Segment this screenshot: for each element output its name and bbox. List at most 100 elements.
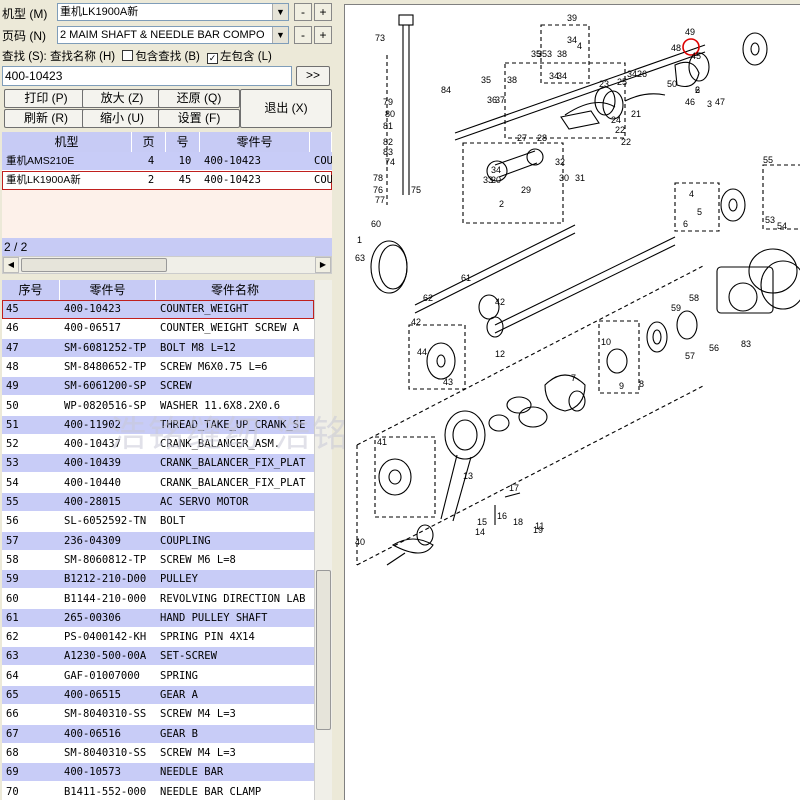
callout-label[interactable]: 25 [617, 77, 627, 87]
model-plus-button[interactable]: + [314, 3, 332, 21]
table-row[interactable]: 46 400-06517 COUNTER_WEIGHT SCREW A [2, 319, 314, 339]
table-row[interactable]: 48 SM-8480652-TP SCREW M6X0.75 L=6 [2, 357, 314, 377]
callout-label[interactable]: 41 [377, 437, 387, 447]
callout-label[interactable]: 40 [355, 537, 365, 547]
table-row[interactable]: 54 400-10440 CRANK_BALANCER_FIX_PLAT [2, 473, 314, 493]
callout-label[interactable]: 21 [631, 109, 641, 119]
callout-label[interactable]: 82 [383, 137, 393, 147]
callout-label[interactable]: 39 [567, 13, 577, 23]
callout-label[interactable]: 73 [375, 33, 385, 43]
page-plus-button[interactable]: + [314, 26, 332, 44]
table-row[interactable]: 69 400-10573 NEEDLE BAR [2, 763, 314, 783]
model-select[interactable]: 重机LK1900A新 ▼ [57, 3, 289, 21]
scroll-left-icon[interactable]: ◀ [3, 257, 19, 273]
table-row[interactable]: 64 GAF-01007000 SPRING [2, 666, 314, 686]
include-search-checkbox[interactable] [122, 50, 134, 61]
callout-label[interactable]: 60 [371, 219, 381, 229]
callout-label[interactable]: 4 [689, 189, 694, 199]
callout-label[interactable]: 14 [475, 527, 485, 537]
refresh-button[interactable]: 刷新 (R) [4, 109, 88, 128]
table-row[interactable]: 47 SM-6081252-TP BOLT M8 L=12 [2, 338, 314, 358]
table-row[interactable]: 56 SL-6052592-TN BOLT [2, 512, 314, 532]
callout-label[interactable]: 31 [575, 173, 585, 183]
callout-label[interactable]: 74 [385, 157, 395, 167]
settings-button[interactable]: 设置 (F) [158, 109, 240, 128]
callout-label[interactable]: 28 [537, 133, 547, 143]
left-include-checkbox[interactable]: ✓ [207, 53, 219, 64]
table-row[interactable]: 63 A1230-500-00A SET-SCREW [2, 647, 314, 667]
callout-label[interactable]: 23 [599, 79, 609, 89]
callout-label[interactable]: 50 [667, 79, 677, 89]
table-row[interactable]: 58 SM-8060812-TP SCREW M6 L=8 [2, 550, 314, 570]
print-button[interactable]: 打印 (P) [4, 89, 88, 108]
callout-label[interactable]: 57 [685, 351, 695, 361]
callout-label[interactable]: 34 [491, 165, 501, 175]
callout-label[interactable]: 54 [777, 221, 787, 231]
search-go-button[interactable]: >> [296, 66, 330, 86]
callout-label[interactable]: 22 [615, 125, 625, 135]
scroll-right-icon[interactable]: ▶ [315, 257, 331, 273]
restore-button[interactable]: 还原 (Q) [158, 89, 240, 108]
callout-label[interactable]: 45 [691, 51, 701, 61]
callout-label[interactable]: 7 [571, 373, 576, 383]
callout-label[interactable]: 44 [417, 347, 427, 357]
exploded-parts-diagram[interactable]: 738435 3836373539344335 383434 263425232422… [345, 5, 800, 800]
callout-label[interactable]: 77 [375, 195, 385, 205]
parts-vertical-scrollbar[interactable] [314, 280, 332, 800]
callout-label[interactable]: 12 [495, 349, 505, 359]
callout-label[interactable]: 6 [695, 85, 700, 95]
table-row[interactable]: 57 236-04309 COUPLING [2, 531, 314, 551]
callout-label[interactable]: 47 [715, 97, 725, 107]
callout-label[interactable]: 35 [537, 49, 547, 59]
results-row[interactable]: 重机AMS210E 4 10 400-10423 COU [2, 152, 332, 171]
callout-label[interactable]: 63 [355, 253, 365, 263]
callout-label[interactable]: 3 [547, 49, 552, 59]
callout-label[interactable]: 2 [499, 199, 504, 209]
callout-label[interactable]: 30 [559, 173, 569, 183]
callout-label[interactable]: 49 [685, 27, 695, 37]
zoom-out-button[interactable]: 缩小 (U) [82, 109, 162, 128]
exploded-diagram-panel[interactable]: 73 84 35 38 36 37 35 39 34 4 3 35 38 34 34 26 34 25 23 24 22… [344, 4, 800, 800]
callout-label[interactable]: 61 [461, 273, 471, 283]
table-row[interactable]: 60 B1144-210-000 REVOLVING DIRECTION LAB [2, 589, 314, 609]
chevron-down-icon[interactable]: ▼ [272, 27, 288, 43]
callout-label[interactable]: 83 [741, 339, 751, 349]
table-row[interactable]: 59 B1212-210-D00 PULLEY [2, 570, 314, 590]
callout-label[interactable]: 55 [763, 155, 773, 165]
callout-label[interactable]: 48 [671, 43, 681, 53]
page-minus-button[interactable]: - [294, 26, 312, 44]
table-row[interactable]: 66 SM-8040310-SS SCREW M4 L=3 [2, 705, 314, 725]
callout-label[interactable]: 29 [521, 185, 531, 195]
table-row[interactable]: 65 400-06515 GEAR A [2, 686, 314, 705]
table-row[interactable]: 49 SM-6061200-SP SCREW [2, 377, 314, 397]
callout-label[interactable]: 46 [685, 97, 695, 107]
callout-label[interactable]: 35 [481, 75, 491, 85]
exit-button[interactable]: 退出 (X) [240, 89, 332, 128]
callout-label[interactable]: 6 [683, 219, 688, 229]
callout-label[interactable]: 42 [495, 297, 505, 307]
parts-scroll-thumb[interactable] [316, 570, 331, 730]
callout-label[interactable]: 38 [507, 75, 517, 85]
table-row[interactable]: 67 400-06516 GEAR B [2, 724, 314, 744]
callout-label[interactable]: 75 [411, 185, 421, 195]
zoom-in-button[interactable]: 放大 (Z) [82, 89, 162, 108]
callout-label[interactable]: 62 [423, 293, 433, 303]
callout-label[interactable]: 42 [411, 317, 421, 327]
callout-label[interactable]: 84 [441, 85, 451, 95]
callout-label[interactable]: 76 [373, 185, 383, 195]
page-select[interactable]: 2 MAIM SHAFT & NEEDLE BAR COMPO ▼ [57, 26, 289, 44]
callout-label[interactable]: 8 [639, 379, 644, 389]
chevron-down-icon[interactable]: ▼ [272, 4, 288, 20]
callout-label[interactable]: 15 [477, 517, 487, 527]
callout-label[interactable]: 58 [689, 293, 699, 303]
callout-label[interactable]: 5 [697, 207, 702, 217]
callout-label[interactable]: 34 [567, 35, 577, 45]
callout-label[interactable]: 59 [671, 303, 681, 313]
callout-label[interactable]: 24 [611, 115, 621, 125]
scroll-thumb[interactable] [21, 258, 167, 272]
callout-label[interactable]: 13 [463, 471, 473, 481]
callout-label[interactable]: 43 [443, 377, 453, 387]
callout-label[interactable]: 9 [619, 381, 624, 391]
table-row[interactable]: 53 400-10439 CRANK_BALANCER_FIX_PLAT [2, 454, 314, 474]
callout-label[interactable]: 16 [497, 511, 507, 521]
